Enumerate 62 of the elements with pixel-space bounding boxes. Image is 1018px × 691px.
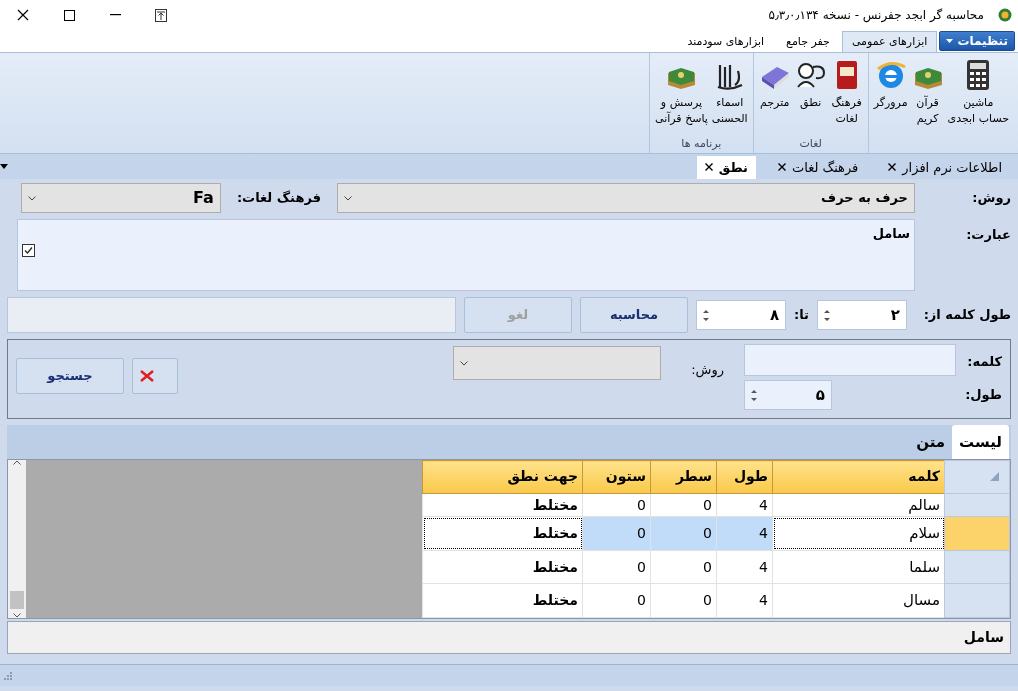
- table-cell: 4: [716, 550, 773, 584]
- column-header[interactable]: سطر: [650, 460, 717, 493]
- table-cell: 4: [716, 583, 773, 618]
- view-tab[interactable]: متن: [909, 424, 953, 459]
- document-tab[interactable]: فرهنگ لغات: [769, 155, 867, 179]
- table-cell: 0: [582, 550, 651, 584]
- table-cell: 0: [650, 583, 717, 618]
- table-cell: مختلط: [422, 516, 583, 551]
- ribbon-button[interactable]: مترجم: [756, 53, 793, 136]
- group-label: برنامه ها: [680, 136, 723, 152]
- phrase-text[interactable]: سامل: [872, 224, 910, 244]
- column-header[interactable]: جهت نطق: [422, 460, 583, 493]
- column-header[interactable]: طول: [716, 460, 773, 493]
- field-label: فرهنگ لغات:: [236, 189, 321, 208]
- ribbon-button[interactable]: قرآن کریم: [909, 53, 946, 136]
- ribbon-button[interactable]: ماشین حساب ابجدی: [945, 53, 1011, 136]
- field-label: روش:: [691, 361, 724, 380]
- dictionary-dropdown[interactable]: Fa: [20, 183, 221, 213]
- column-header[interactable]: کلمه: [772, 460, 945, 493]
- table-cell: مختلط: [422, 583, 583, 618]
- field-label: تا:: [794, 306, 809, 325]
- view-tab[interactable]: لیست: [952, 424, 1009, 459]
- spin-field[interactable]: ۸: [696, 300, 787, 330]
- ribbon-button[interactable]: نطق: [792, 53, 829, 136]
- field-label: روش:: [971, 189, 1011, 208]
- group-label: لغات: [798, 136, 823, 152]
- table-cell: 0: [582, 516, 651, 551]
- table-cell: مسال: [772, 583, 945, 618]
- ribbon-tab[interactable]: ابزارهای عمومی: [841, 30, 938, 52]
- table-cell: 0: [650, 550, 717, 584]
- table-cell: 4: [716, 493, 773, 517]
- search-button[interactable]: جستجو: [16, 358, 124, 394]
- window-title: محاسبه گر ابجد جفرنس - نسخه ۵٫۳٫۰٫۱۳۴: [767, 7, 985, 24]
- field-label: عبارت:: [965, 226, 1011, 244]
- method-dropdown[interactable]: حرف به حرف: [337, 183, 915, 213]
- ribbon-button[interactable]: پرسش و پاسخ قرآنی: [653, 53, 710, 136]
- document-tab[interactable]: اطلاعات نرم افزار: [880, 155, 1010, 179]
- status-text: سامل: [7, 621, 1011, 654]
- document-tab[interactable]: نطق: [696, 155, 756, 179]
- table-cell: 4: [716, 516, 773, 551]
- ribbon-tab[interactable]: جفر جامع: [776, 30, 840, 52]
- table-cell: 0: [582, 493, 651, 517]
- table-cell: 0: [582, 583, 651, 618]
- field-label: طول کلمه از:: [922, 306, 1011, 325]
- ribbon-button[interactable]: فرهنگ لغات: [828, 53, 865, 136]
- column-header[interactable]: ستون: [582, 460, 651, 493]
- calculate-button[interactable]: محاسبه: [580, 297, 689, 333]
- table-cell: سلما: [772, 550, 945, 584]
- table-cell: 0: [650, 516, 717, 551]
- field-label: طول:: [966, 385, 1002, 404]
- table-cell: سلام: [772, 516, 945, 551]
- settings-menu[interactable]: تنظیمات: [939, 31, 1015, 51]
- table-cell: 0: [650, 493, 717, 517]
- ribbon-button[interactable]: مرورگر: [871, 53, 910, 136]
- ribbon-tab[interactable]: ابزارهای سودمند: [677, 30, 775, 52]
- spin-field[interactable]: ۲: [817, 300, 907, 330]
- table-cell: مختلط: [422, 493, 583, 517]
- table-cell: مختلط: [422, 550, 583, 584]
- spin-field[interactable]: ۵: [744, 380, 832, 410]
- ribbon-button[interactable]: اسماء الحسنی: [709, 53, 750, 136]
- field-label: کلمه:: [966, 353, 1002, 371]
- table-cell: سالم: [772, 493, 945, 517]
